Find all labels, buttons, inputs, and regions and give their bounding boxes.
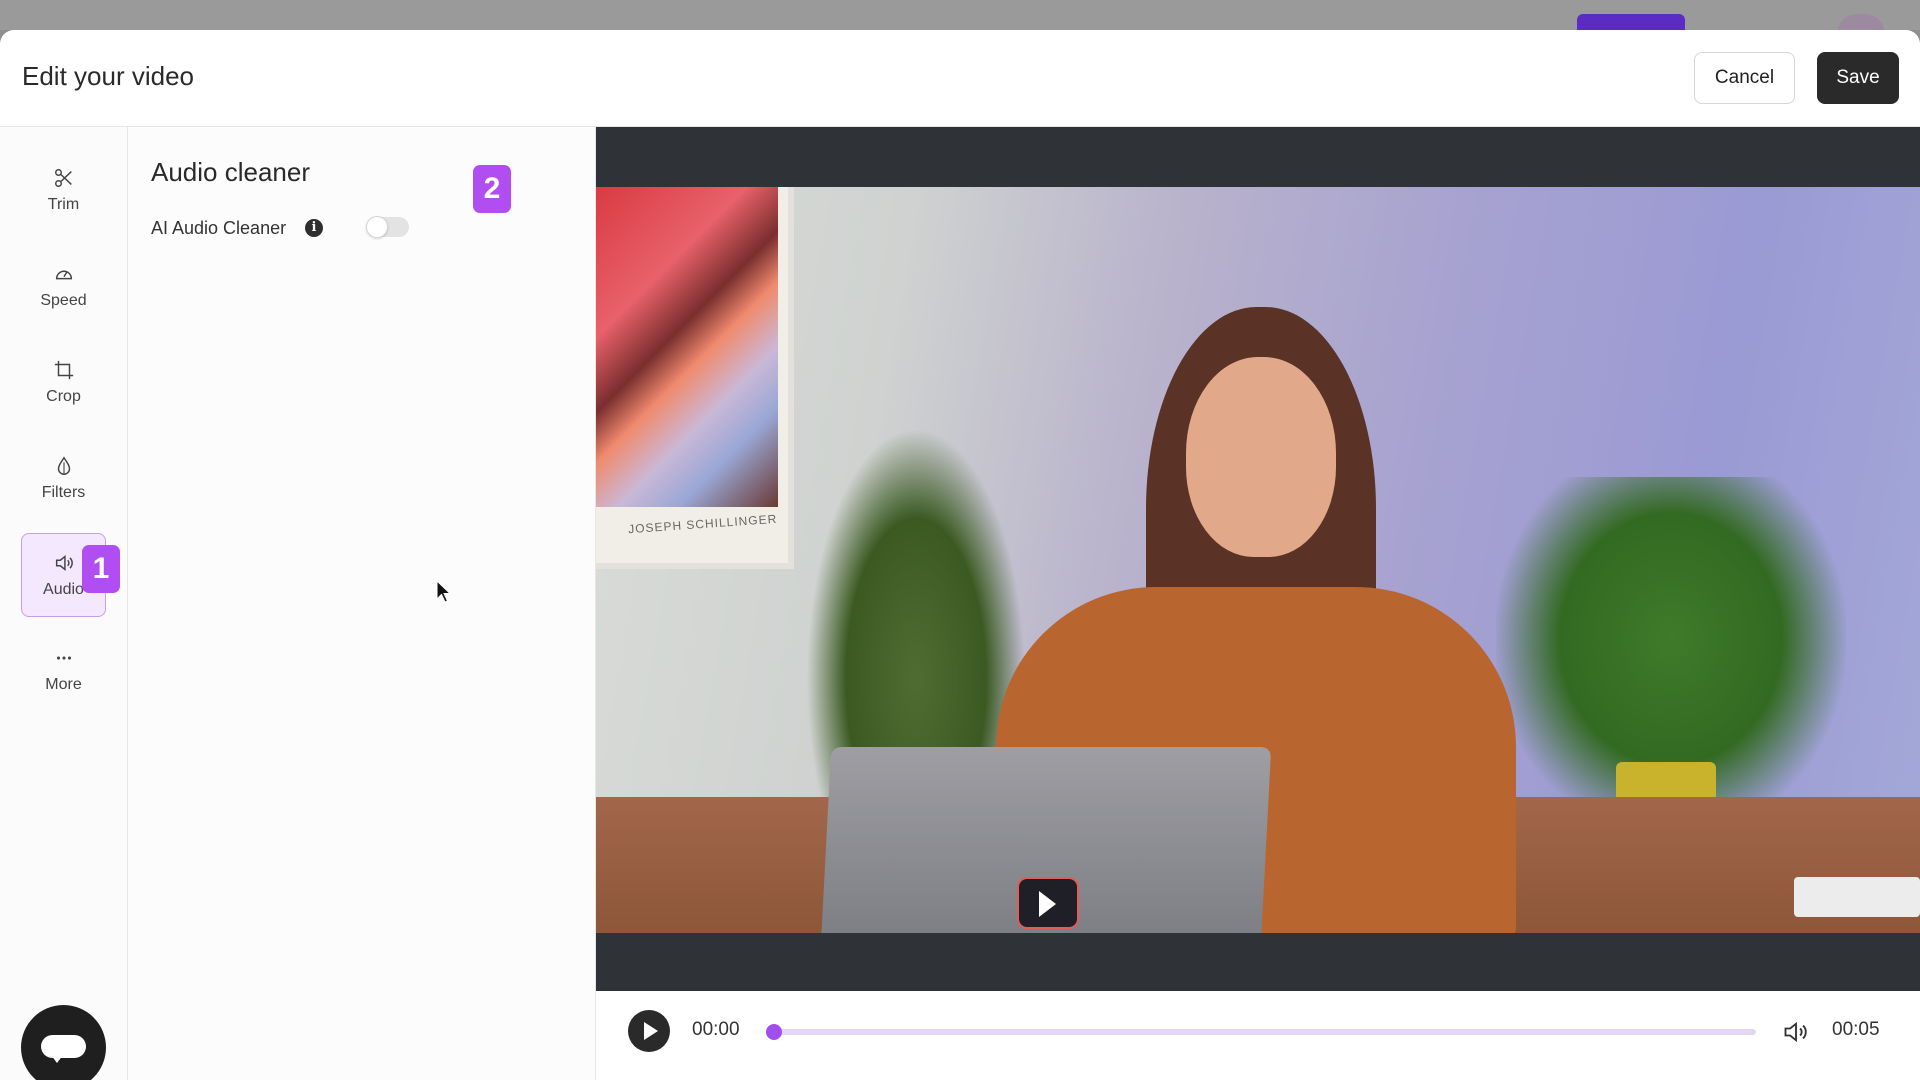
speedometer-icon [55, 270, 72, 280]
rail-item-label: More [45, 676, 82, 693]
rail-item-trim[interactable]: Trim [21, 149, 106, 233]
ai-audio-cleaner-label: AI Audio Cleaner [151, 218, 287, 238]
rail-item-label: Speed [40, 292, 87, 309]
speaker-icon [55, 555, 73, 571]
rail-item-filters[interactable]: Filters [21, 437, 106, 521]
mouse-cursor-icon [436, 580, 452, 603]
panel-title: Audio cleaner [151, 157, 310, 187]
tool-rail: Trim Speed Crop Filters Audio 1 More [0, 127, 128, 1080]
save-button[interactable]: Save [1817, 52, 1899, 104]
rail-item-label: Filters [41, 484, 86, 501]
video-preview-area: JOSEPH SCHILLINGER 00:00 00:05 [596, 127, 1920, 1080]
player-controls: 00:00 00:05 [596, 991, 1920, 1080]
play-button[interactable] [628, 1010, 670, 1052]
wall-outlet [1794, 877, 1920, 917]
ai-audio-cleaner-row: AI Audio Cleaner i [151, 215, 451, 245]
chat-support-button[interactable] [21, 1005, 106, 1080]
poster-artwork [596, 187, 778, 507]
volume-icon[interactable] [1782, 1018, 1810, 1046]
rail-item-more[interactable]: More [21, 629, 106, 713]
video-player[interactable]: JOSEPH SCHILLINGER [596, 127, 1920, 991]
modal-header: Edit your video Cancel Save [0, 30, 1920, 127]
crop-icon [54, 360, 73, 380]
duration-time: 00:05 [1832, 1019, 1880, 1040]
scissors-icon [54, 169, 72, 187]
step-badge-two: 2 [473, 165, 511, 213]
person-face [1186, 357, 1336, 557]
wall-poster: JOSEPH SCHILLINGER [596, 187, 794, 569]
step-badge-one: 1 [82, 545, 120, 593]
video-frame-image: JOSEPH SCHILLINGER [596, 187, 1920, 933]
chat-icon-tail [51, 1055, 63, 1063]
edit-video-modal: Edit your video Cancel Save Trim Speed C… [0, 30, 1920, 1080]
poster-caption: JOSEPH SCHILLINGER [627, 511, 778, 537]
laptop-sticker-logo [1017, 877, 1079, 929]
ai-audio-cleaner-toggle[interactable] [366, 216, 409, 238]
modal-title: Edit your video [22, 61, 194, 91]
chat-icon [41, 1035, 86, 1058]
toggle-knob [366, 216, 388, 238]
rail-item-speed[interactable]: Speed [21, 245, 106, 329]
rail-item-label: Trim [47, 196, 80, 213]
scrubber-handle[interactable] [766, 1024, 782, 1040]
info-icon[interactable]: i [305, 219, 323, 237]
current-time: 00:00 [692, 1019, 740, 1040]
timeline-scrubber[interactable] [766, 1024, 1756, 1040]
cancel-button[interactable]: Cancel [1694, 52, 1795, 104]
more-dots-icon [56, 656, 71, 660]
rail-item-label: Crop [46, 388, 81, 405]
rail-item-crop[interactable]: Crop [21, 341, 106, 425]
drop-icon [57, 456, 70, 475]
audio-settings-panel: Audio cleaner 2 AI Audio Cleaner i [128, 127, 596, 1080]
